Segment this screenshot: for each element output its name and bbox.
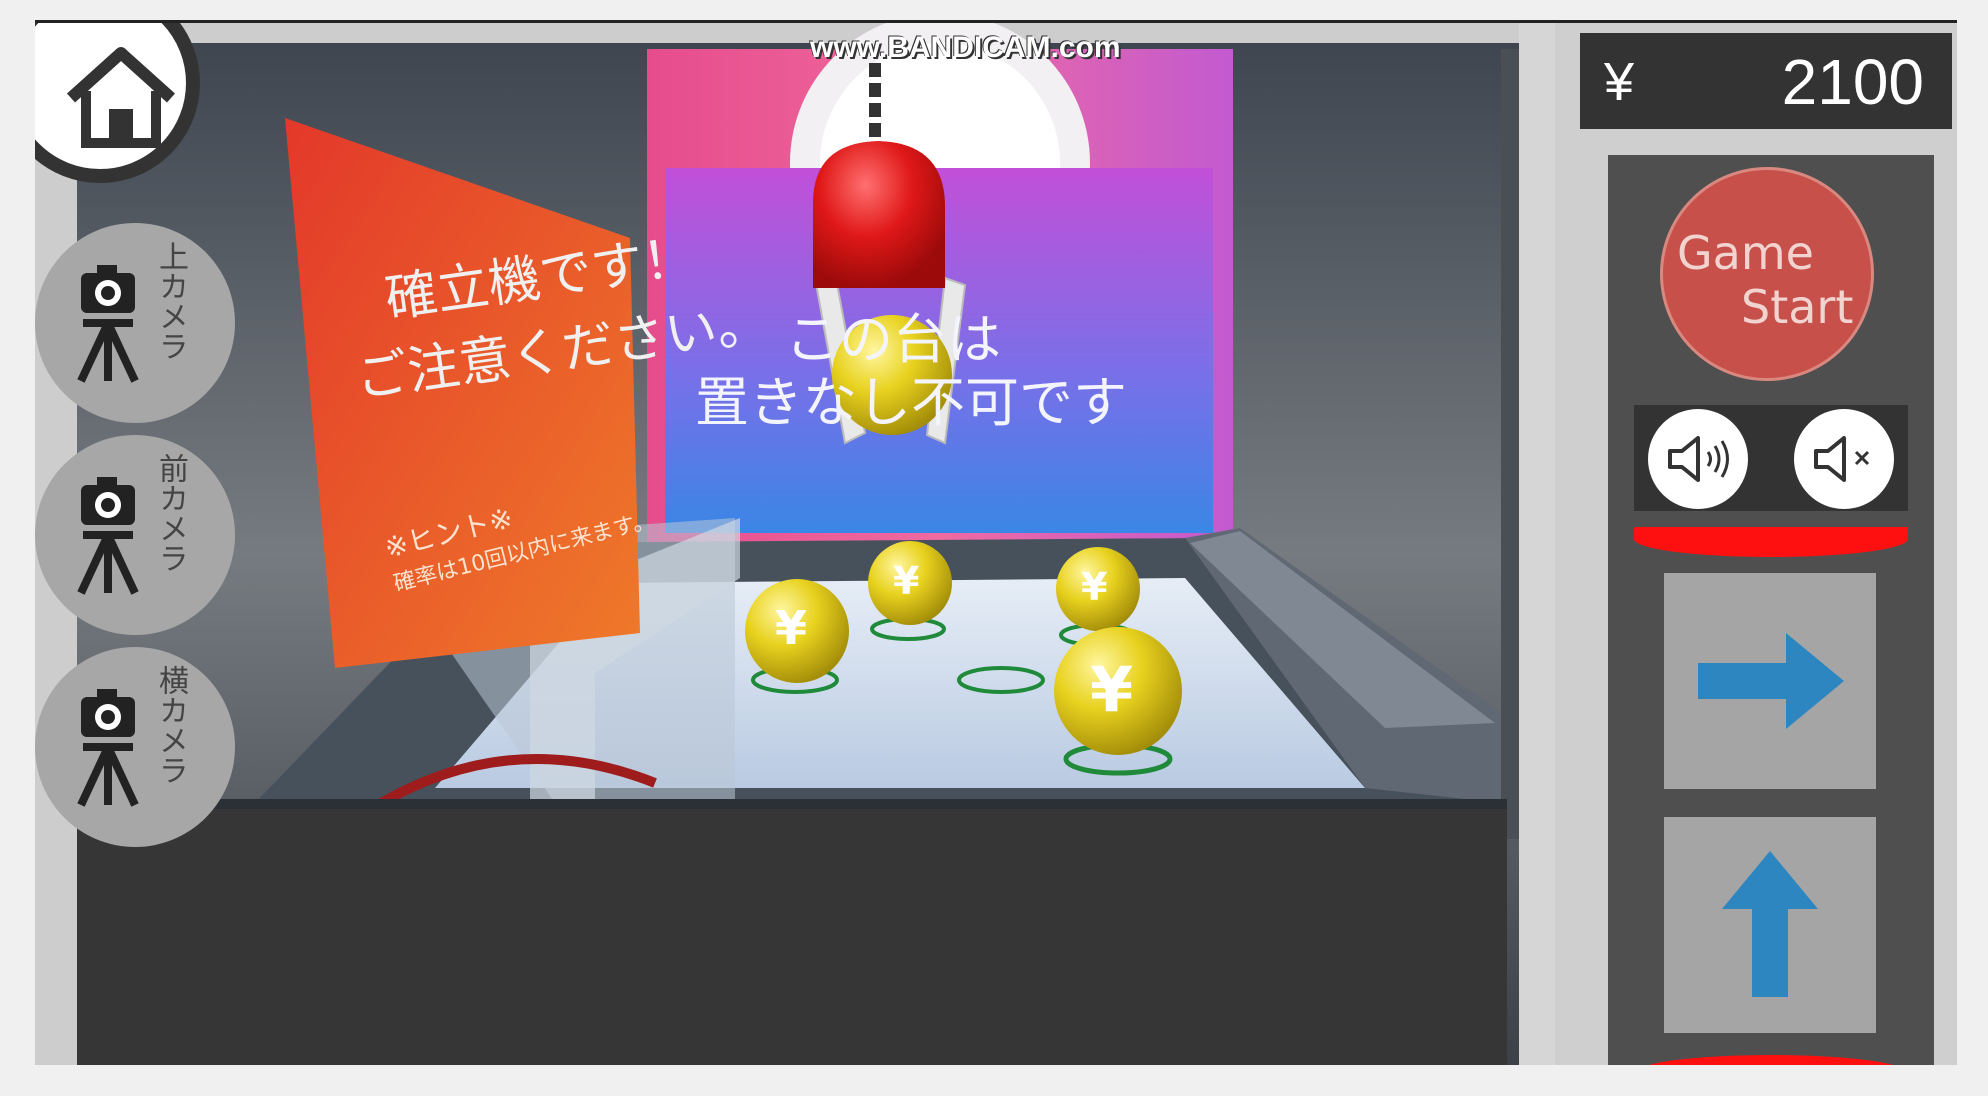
- balance-amount: 2100: [1781, 46, 1924, 118]
- move-up-button[interactable]: [1664, 817, 1876, 1033]
- speaker-on-icon: [1668, 436, 1729, 482]
- indicator-bar-top: [1634, 527, 1908, 557]
- yen-mark: ¥: [893, 559, 920, 603]
- yen-mark: ¥: [775, 601, 808, 655]
- camera-button-top[interactable]: 上カメラ: [35, 223, 235, 423]
- camera-tripod-icon: [77, 265, 139, 383]
- camera-label: 横カメラ: [153, 665, 188, 785]
- game-window: www.BANDICAM.com 確立機です！ ご注意ください。 ※ヒント※ 確…: [35, 20, 1957, 1065]
- arrow-up-icon: [1722, 851, 1818, 997]
- move-right-button[interactable]: [1664, 573, 1876, 789]
- balance-display: ¥ 2100: [1580, 33, 1952, 129]
- arrow-right-icon: [1698, 633, 1844, 729]
- sound-mute-button[interactable]: [1794, 409, 1894, 509]
- camera-label: 前カメラ: [153, 453, 188, 573]
- home-icon: [66, 47, 176, 148]
- currency-symbol: ¥: [1604, 52, 1635, 112]
- start-label-line1: Game: [1677, 226, 1814, 280]
- back-sign-line2: 置きなし不可です: [695, 371, 1127, 434]
- sound-controls: [1634, 405, 1908, 511]
- watermark-text: www.BANDICAM.com: [810, 31, 1121, 64]
- yen-mark: ¥: [1081, 565, 1108, 609]
- start-label-line2: Start: [1741, 280, 1854, 334]
- scene-graphics: [35, 23, 1555, 1065]
- camera-tripod-icon: [77, 689, 139, 807]
- camera-tripod-icon: [77, 477, 139, 595]
- yen-mark: ¥: [1090, 653, 1134, 726]
- indicator-bar-bottom: [1634, 1055, 1908, 1065]
- game-scene: www.BANDICAM.com 確立機です！ ご注意ください。 ※ヒント※ 確…: [35, 23, 1555, 1065]
- camera-button-side[interactable]: 横カメラ: [35, 647, 235, 847]
- speaker-mute-icon: [1814, 436, 1870, 482]
- camera-label: 上カメラ: [153, 241, 188, 361]
- control-panel: Game Start: [1608, 155, 1934, 1065]
- sound-on-button[interactable]: [1648, 409, 1748, 509]
- camera-button-front[interactable]: 前カメラ: [35, 435, 235, 635]
- game-start-button[interactable]: Game Start: [1660, 167, 1874, 381]
